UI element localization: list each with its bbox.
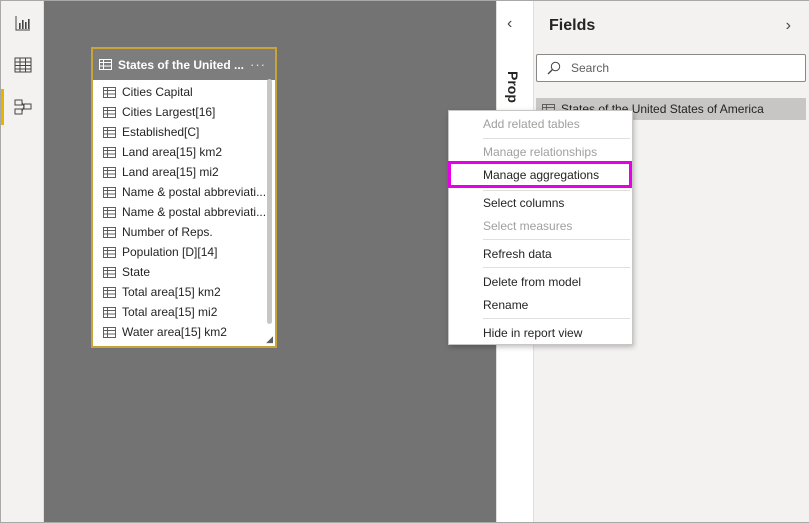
column-table-icon (103, 146, 116, 158)
column-name: Population [D][14] (122, 245, 218, 259)
column-name: Total area[15] mi2 (122, 305, 218, 319)
column-item[interactable]: Cities Capital (93, 82, 275, 102)
report-view-button[interactable] (1, 3, 44, 43)
column-name: Land area[15] km2 (122, 145, 223, 159)
column-name: Land area[15] mi2 (122, 165, 219, 179)
view-rail (1, 1, 44, 522)
menu-separator (483, 267, 630, 268)
menu-item-delete-from-model[interactable]: Delete from model (483, 275, 581, 289)
bar-chart-icon (15, 16, 30, 31)
menu-item-refresh-data[interactable]: Refresh data (483, 247, 552, 261)
menu-item-rename[interactable]: Rename (483, 298, 528, 312)
column-table-icon (103, 326, 116, 338)
column-item[interactable]: Land area[15] mi2 (93, 162, 275, 182)
menu-item-hide-in-report-view[interactable]: Hide in report view (483, 326, 582, 340)
menu-item-manage-relationships[interactable]: Manage relationships (483, 145, 597, 159)
column-item[interactable]: Total area[15] km2 (93, 282, 275, 302)
column-item[interactable]: Number of Reps. (93, 222, 275, 242)
column-name: Water area[15] km2 (122, 325, 227, 339)
column-name: Cities Capital (122, 85, 193, 99)
column-table-icon (103, 266, 116, 278)
column-name: Name & postal abbreviati... (122, 205, 267, 219)
menu-item-manage-aggregations[interactable]: Manage aggregations (483, 168, 599, 182)
menu-item-add-related-tables[interactable]: Add related tables (483, 117, 580, 131)
column-item[interactable]: Total area[15] mi2 (93, 302, 275, 322)
column-name: Established[C] (122, 125, 200, 139)
table-grid-icon (14, 57, 31, 73)
column-table-icon (103, 206, 116, 218)
column-name: Name & postal abbreviati... (122, 185, 267, 199)
column-table-icon (103, 246, 116, 258)
column-item[interactable]: Population [D][14] (93, 242, 275, 262)
model-diagram-icon (14, 99, 31, 115)
column-item[interactable]: Cities Largest[16] (93, 102, 275, 122)
model-view-button[interactable] (1, 87, 44, 127)
column-name: Total area[15] km2 (122, 285, 221, 299)
menu-separator (483, 138, 630, 139)
column-table-icon (103, 106, 116, 118)
fields-pane-title: Fields (549, 17, 596, 34)
column-item[interactable]: Water area[15] km2 (93, 322, 275, 342)
column-list-scrollbar[interactable] (267, 79, 272, 324)
column-item[interactable]: Established[C] (93, 122, 275, 142)
column-table-icon (103, 126, 116, 138)
table-card-title: States of the United ... (118, 57, 245, 72)
column-table-icon (103, 306, 116, 318)
column-item[interactable]: Land area[15] km2 (93, 142, 275, 162)
more-options-icon[interactable]: ··· (250, 57, 266, 72)
search-icon (547, 61, 561, 75)
column-item[interactable]: Name & postal abbreviati... (93, 182, 275, 202)
properties-pane-label[interactable]: Prop (505, 71, 521, 103)
column-table-icon (103, 286, 116, 298)
column-name: State (122, 265, 151, 279)
column-table-icon (103, 226, 116, 238)
table-card-states[interactable]: States of the United ... ··· Cities Capi… (91, 47, 277, 348)
column-name: Number of Reps. (122, 225, 213, 239)
column-table-icon (103, 86, 116, 98)
menu-separator (483, 190, 630, 191)
table-context-menu: Add related tables Manage relationships … (448, 110, 633, 345)
expand-properties-chevron-icon[interactable]: ‹ (507, 15, 512, 33)
column-name: Cities Largest[16] (122, 105, 216, 119)
resize-grip-icon[interactable]: ◢ (266, 334, 273, 345)
collapse-fields-chevron-icon[interactable]: › (786, 17, 791, 35)
search-input[interactable] (571, 61, 771, 75)
fields-search-box[interactable] (536, 54, 806, 82)
table-card-header[interactable]: States of the United ... ··· (93, 49, 275, 80)
menu-separator (483, 318, 630, 319)
column-item[interactable]: Name & postal abbreviati... (93, 202, 275, 222)
data-view-button[interactable] (1, 45, 44, 85)
column-table-icon (103, 166, 116, 178)
table-icon (99, 59, 112, 70)
menu-item-select-columns[interactable]: Select columns (483, 196, 564, 210)
column-table-icon (103, 186, 116, 198)
menu-separator (483, 239, 630, 240)
model-canvas[interactable]: States of the United ... ··· Cities Capi… (44, 1, 496, 522)
column-list: Cities Capital Cities Largest[16] Establis… (93, 80, 275, 346)
menu-item-select-measures[interactable]: Select measures (483, 219, 572, 233)
column-item[interactable]: State (93, 262, 275, 282)
